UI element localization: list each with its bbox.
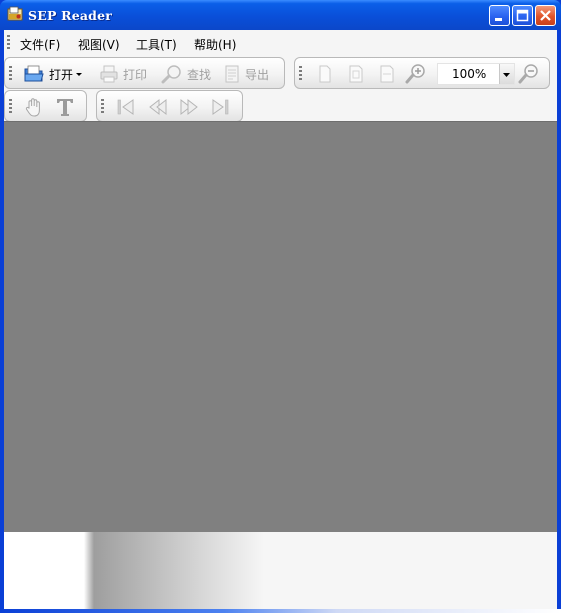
- folder-open-icon: [24, 65, 44, 82]
- find-button[interactable]: 查找: [161, 64, 211, 84]
- zoom-combo[interactable]: 100%: [437, 63, 515, 85]
- zoom-out-icon: [518, 64, 538, 84]
- close-icon: [540, 10, 551, 21]
- hand-tool-button[interactable]: [23, 97, 45, 117]
- single-page-button[interactable]: [315, 64, 335, 84]
- zoom-in-icon: [405, 64, 425, 84]
- fit-width-button[interactable]: [377, 64, 397, 84]
- zoom-dropdown-button[interactable]: [499, 64, 514, 84]
- menu-help[interactable]: 帮助(H): [194, 36, 236, 53]
- magnifier-icon: [161, 65, 181, 84]
- toolbar-grip[interactable]: [101, 99, 104, 115]
- single-page-icon: [319, 65, 331, 83]
- menu-view[interactable]: 视图(V): [78, 36, 120, 53]
- text-select-button[interactable]: [54, 97, 76, 117]
- toolbar-grip[interactable]: [9, 66, 12, 82]
- fit-width-icon: [380, 65, 394, 83]
- last-page-button[interactable]: [209, 97, 231, 117]
- first-page-button[interactable]: [115, 97, 137, 117]
- next-page-button[interactable]: [178, 97, 200, 117]
- last-page-icon: [212, 99, 229, 115]
- client-area: 文件(F) 视图(V) 工具(T) 帮助(H) 打开 打印 查找 导出 100%: [4, 30, 557, 609]
- status-area: [4, 532, 557, 609]
- main-toolbar: 打开 打印 查找 导出: [4, 57, 285, 89]
- document-view[interactable]: [4, 121, 557, 533]
- next-page-icon: [180, 98, 198, 116]
- app-icon: [7, 6, 23, 21]
- export-label: 导出: [245, 67, 270, 82]
- text-select-icon: [57, 99, 73, 116]
- open-button[interactable]: 打开: [23, 64, 85, 84]
- navigation-toolbar: [96, 90, 243, 122]
- fit-page-icon: [349, 65, 363, 83]
- first-page-icon: [117, 99, 134, 115]
- toolbar-grip[interactable]: [299, 66, 302, 82]
- print-label: 打印: [123, 67, 148, 82]
- minimize-icon: [495, 18, 502, 21]
- maximize-button[interactable]: [512, 5, 533, 26]
- title-bar[interactable]: SEP Reader: [0, 0, 561, 30]
- view-toolbar: 100%: [294, 57, 550, 89]
- export-document-icon: [225, 65, 239, 83]
- tools-toolbar: [4, 90, 87, 122]
- toolbar-grip[interactable]: [9, 99, 12, 115]
- fit-page-button[interactable]: [346, 64, 366, 84]
- find-label: 查找: [187, 67, 212, 82]
- window-title: SEP Reader: [28, 8, 113, 23]
- previous-page-button[interactable]: [147, 97, 169, 117]
- menu-file[interactable]: 文件(F): [20, 36, 60, 53]
- menu-tools[interactable]: 工具(T): [136, 36, 177, 53]
- printer-icon: [100, 65, 118, 83]
- previous-page-icon: [149, 98, 167, 116]
- minimize-button[interactable]: [489, 5, 510, 26]
- chevron-down-icon: [503, 73, 510, 77]
- print-button[interactable]: 打印: [99, 64, 147, 84]
- export-button[interactable]: 导出: [223, 64, 269, 84]
- toolbar-area: 打开 打印 查找 导出 100%: [4, 56, 557, 122]
- app-window: SEP Reader 文件(F) 视图(V) 工具(T) 帮助(H) 打开 打印…: [0, 0, 561, 613]
- open-label: 打开: [49, 67, 74, 82]
- zoom-in-button[interactable]: [404, 64, 428, 84]
- zoom-value: 100%: [452, 67, 487, 81]
- maximize-icon: [516, 9, 529, 22]
- menu-grip[interactable]: [7, 35, 10, 51]
- zoom-out-button[interactable]: [517, 64, 541, 84]
- chevron-down-icon[interactable]: [73, 64, 85, 84]
- hand-tool-icon: [25, 98, 40, 117]
- close-button[interactable]: [535, 5, 556, 26]
- window-bottom-border: [0, 609, 561, 613]
- menu-bar: 文件(F) 视图(V) 工具(T) 帮助(H): [4, 30, 557, 57]
